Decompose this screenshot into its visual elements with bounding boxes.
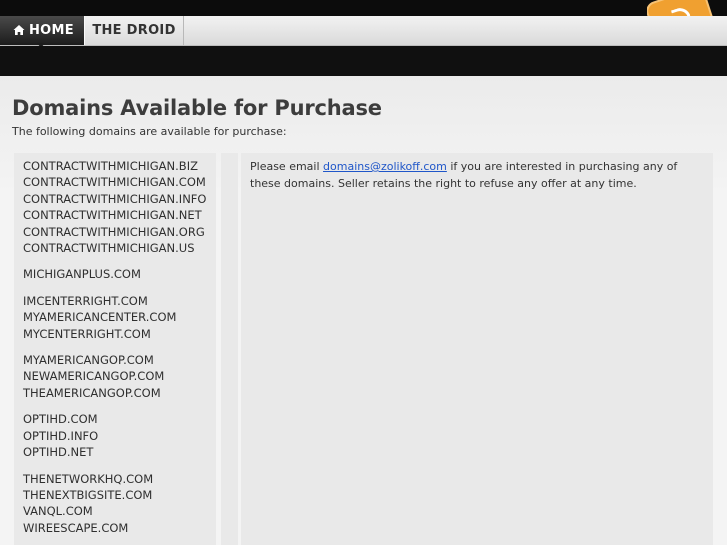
notice-panel: Please email domains@zolikoff.com if you… bbox=[241, 153, 713, 545]
domain-item: NEWAMERICANGOP.COM bbox=[23, 369, 165, 384]
domain-item: THEAMERICANGOP.COM bbox=[23, 385, 161, 400]
domain-item: MYCENTERRIGHT.COM bbox=[23, 326, 151, 341]
domain-group: MICHIGANPLUS.COM bbox=[23, 266, 206, 282]
domain-list: CONTRACTWITHMICHIGAN.BIZ CONTRACTWITHMICH… bbox=[23, 158, 206, 546]
main-nav: HOME THE DROID bbox=[0, 16, 727, 48]
domain-item: THENEXTBIGSITE.COM bbox=[23, 487, 153, 502]
domain-item: CONTRACTWITHMICHIGAN.BIZ bbox=[23, 159, 198, 173]
nav-home[interactable]: HOME bbox=[0, 16, 84, 48]
domain-item: CONTRACTWITHMICHIGAN.INFO bbox=[23, 191, 207, 206]
intro-text: The following domains are available for … bbox=[12, 125, 287, 138]
column-spacer bbox=[221, 153, 238, 545]
domain-item: MYAMERICANGOP.COM bbox=[23, 353, 154, 368]
domain-item: CONTRACTWITHMICHIGAN.NET bbox=[23, 208, 202, 223]
domain-group: OPTIHD.COM OPTIHD.INFO OPTIHD.NET bbox=[23, 411, 206, 460]
domain-item: MYAMERICANCENTER.COM bbox=[23, 310, 177, 325]
email-link[interactable]: domains@zolikoff.com bbox=[323, 160, 447, 173]
domain-item: CONTRACTWITHMICHIGAN.COM bbox=[23, 175, 206, 190]
domain-item: OPTIHD.NET bbox=[23, 445, 94, 460]
domain-item: MICHIGANPLUS.COM bbox=[23, 267, 141, 282]
domain-group: IMCENTERRIGHT.COM MYAMERICANCENTER.COM MYC… bbox=[23, 293, 206, 342]
nav-the-droid[interactable]: THE DROID bbox=[84, 16, 184, 45]
domain-group: CONTRACTWITHMICHIGAN.BIZ CONTRACTWITHMICH… bbox=[23, 158, 206, 256]
domain-item: CONTRACTWITHMICHIGAN.ORG bbox=[23, 224, 205, 239]
domain-group: THENETWORKHQ.COM THENEXTBIGSITE.COM VANQL.… bbox=[23, 471, 206, 537]
notice-text: Please email domains@zolikoff.com if you… bbox=[250, 158, 705, 192]
header-band bbox=[0, 46, 727, 76]
domain-item: THENETWORKHQ.COM bbox=[23, 471, 154, 486]
domain-item: OPTIHD.INFO bbox=[23, 428, 99, 443]
domain-group: MYAMERICANGOP.COM NEWAMERICANGOP.COM THEAM… bbox=[23, 352, 206, 401]
top-bar bbox=[0, 0, 727, 16]
domain-item: OPTIHD.COM bbox=[23, 412, 98, 427]
page-title: Domains Available for Purchase bbox=[12, 96, 382, 120]
main-content: Domains Available for Purchase The follo… bbox=[0, 76, 727, 545]
notice-text-before: Please email bbox=[250, 160, 324, 173]
nav-home-label: HOME bbox=[29, 23, 74, 38]
domain-item: VANQL.COM bbox=[23, 504, 93, 519]
domain-list-panel: CONTRACTWITHMICHIGAN.BIZ CONTRACTWITHMICH… bbox=[14, 153, 216, 545]
domain-item: WIREESCAPE.COM bbox=[23, 520, 129, 535]
domain-item: CONTRACTWITHMICHIGAN.US bbox=[23, 241, 195, 256]
home-icon bbox=[13, 25, 25, 35]
domain-item: IMCENTERRIGHT.COM bbox=[23, 293, 148, 308]
